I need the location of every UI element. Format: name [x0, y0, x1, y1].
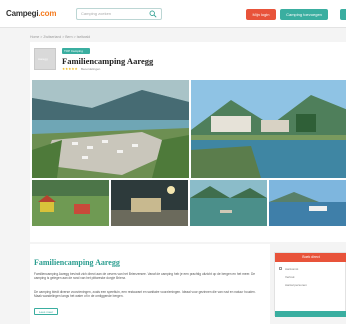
- photo-lake-water[interactable]: [190, 180, 267, 226]
- photo-night-camp[interactable]: [111, 180, 188, 226]
- rating-stars: ★★★★★: [62, 67, 78, 71]
- description-section: Familiencamping Aaregg Familiencamping A…: [30, 244, 270, 324]
- search-placeholder: Camping zoeken: [81, 11, 112, 16]
- photo-harbor[interactable]: [269, 180, 346, 226]
- description-paragraph-2: De camping biedt diverse voorzieningen, …: [34, 290, 256, 298]
- search-icon[interactable]: [149, 10, 157, 18]
- booking-header[interactable]: Boek direct: [275, 253, 346, 262]
- booking-submit-button[interactable]: [275, 311, 346, 317]
- persons-label: Aantal personen: [285, 283, 307, 287]
- listing-card: Aaregg TOP Camping Familiencamping Aareg…: [30, 42, 346, 242]
- description-heading: Familiencamping Aaregg: [34, 258, 120, 267]
- reviews-link[interactable]: Beoordelingen: [81, 67, 100, 71]
- photo-huts[interactable]: [32, 180, 109, 226]
- site-logo[interactable]: Campegi.com: [6, 9, 56, 18]
- photo-aerial-camp[interactable]: [32, 80, 189, 178]
- booking-sidebar: Boek direct Aankomst Vertrek Aantal pers…: [274, 252, 346, 317]
- edge-button[interactable]: [340, 9, 346, 20]
- departure-label: Vertrek: [285, 275, 295, 279]
- read-more-button[interactable]: Lees meer: [34, 308, 58, 315]
- page-title: Familiencamping Aaregg: [62, 56, 154, 66]
- breadcrumb[interactable]: Home > Zwitserland > Bern > Iseltwald: [30, 35, 90, 39]
- search-input[interactable]: Camping zoeken: [76, 8, 162, 20]
- top-navigation: Campegi.com Camping zoeken Mijn login Ca…: [0, 0, 346, 28]
- top-badge: TOP Camping: [62, 48, 90, 54]
- arrival-label: Aankomst: [285, 267, 299, 271]
- photo-lakeside[interactable]: [191, 80, 346, 178]
- arrival-checkbox[interactable]: [279, 267, 282, 270]
- description-paragraph-1: Familiencamping Aaregg bevindt zich dire…: [34, 272, 256, 280]
- login-button[interactable]: Mijn login: [246, 9, 276, 20]
- camping-logo-thumbnail: Aaregg: [34, 48, 56, 70]
- add-camping-button[interactable]: Camping toevoegen: [280, 9, 328, 20]
